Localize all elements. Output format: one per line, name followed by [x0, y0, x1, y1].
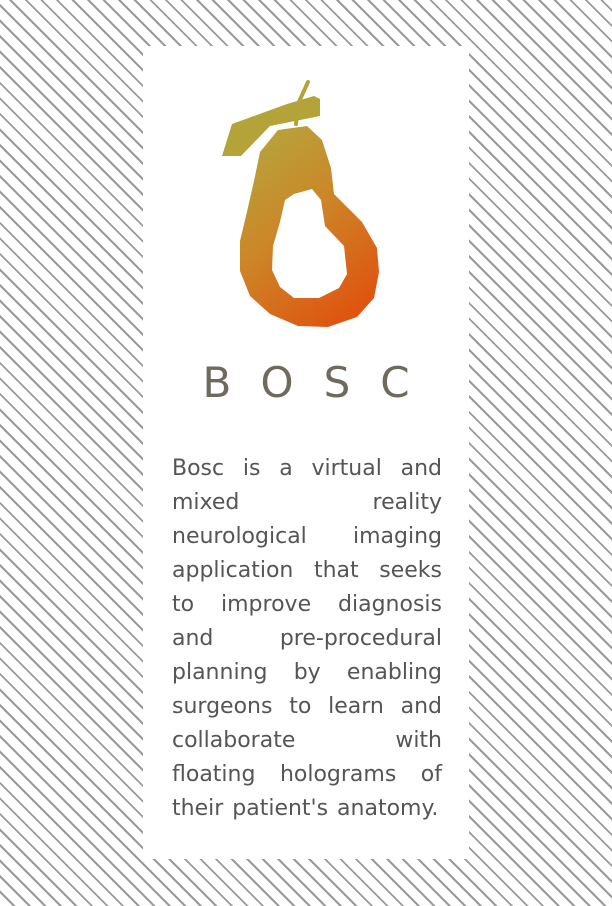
app-description: Bosc is a virtual and mixed reality neur…	[172, 456, 442, 821]
brand-name: BOSC	[202, 358, 440, 407]
pear-body	[240, 126, 379, 327]
pear-logo-icon	[222, 80, 379, 327]
page: BOSC Bosc is a virtual and mixed reality…	[0, 0, 612, 906]
